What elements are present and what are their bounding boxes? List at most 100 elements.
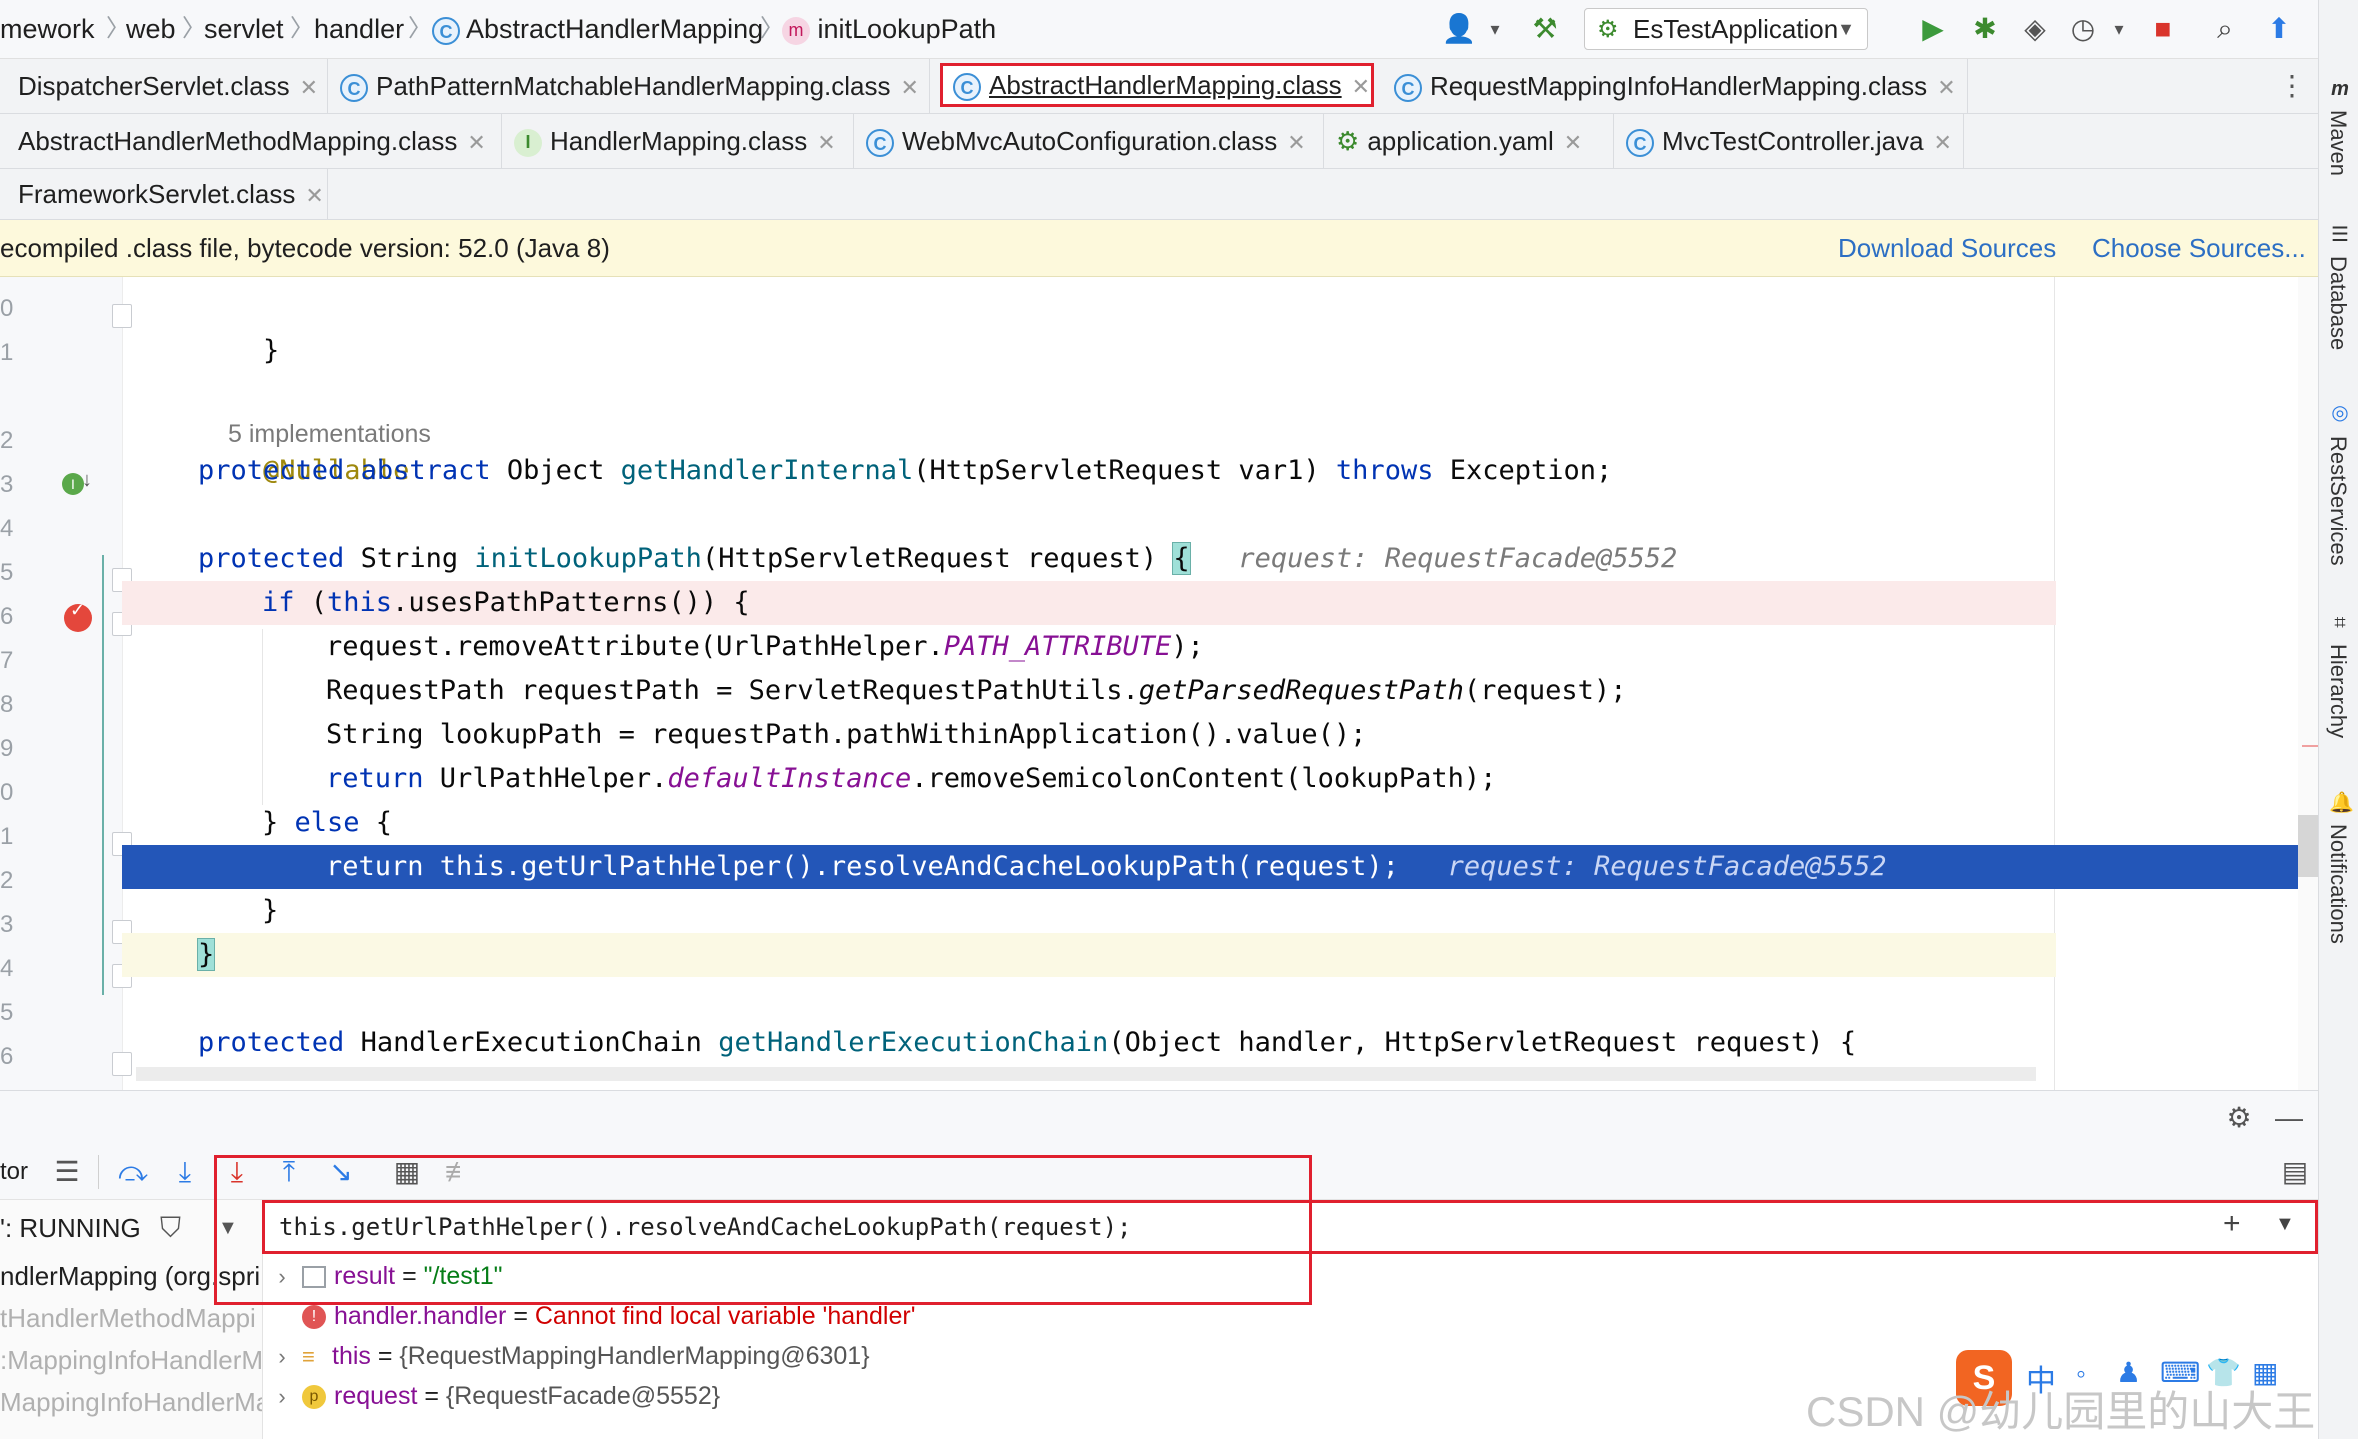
code-token: this: [327, 587, 393, 618]
tab-label: DispatcherServlet.class: [18, 71, 290, 101]
class-icon: C: [340, 74, 368, 103]
close-icon[interactable]: ✕: [305, 183, 323, 208]
tab-handler-mapping[interactable]: I HandlerMapping.class ✕: [504, 114, 854, 168]
chevron-down-icon[interactable]: ▾: [1476, 10, 1514, 48]
show-execution-point-icon[interactable]: ☰: [48, 1153, 86, 1191]
code-token: }: [262, 895, 279, 926]
spring-boot-icon: ⚙: [1597, 16, 1619, 43]
variable-eq: =: [506, 1302, 535, 1330]
search-icon[interactable]: ⌕: [2206, 10, 2244, 48]
close-icon[interactable]: ✕: [300, 75, 318, 100]
close-icon[interactable]: ✕: [1934, 130, 1952, 155]
code-editor[interactable]: 0 1 2 3 4 5 6 7 8 9 0 1 2 3 4 5 6 I ↓ ✓ …: [0, 277, 2318, 1090]
stop-icon[interactable]: ■: [2144, 10, 2182, 48]
settings-gear-icon[interactable]: ⚙: [2220, 1099, 2258, 1137]
tab-label: HandlerMapping.class: [550, 126, 808, 156]
download-sources-link[interactable]: Download Sources: [1838, 220, 2056, 276]
tab-label: AbstractHandlerMapping.class: [989, 70, 1342, 100]
code-token: HandlerExecutionChain: [344, 1027, 719, 1058]
close-icon[interactable]: ✕: [1564, 130, 1582, 155]
expand-arrow-icon[interactable]: ›: [262, 1337, 302, 1377]
matched-brace: {: [1172, 542, 1191, 575]
line-number: 3: [0, 911, 14, 938]
tool-window-notifications[interactable]: Notifications: [2325, 824, 2351, 944]
stack-frame[interactable]: :MappingInfoHandlerM: [0, 1340, 262, 1380]
breakpoint-line: if (this.usesPathPatterns()) {: [122, 581, 2056, 625]
add-watch-icon[interactable]: +: [2223, 1207, 2241, 1241]
code-token: protected: [198, 1027, 345, 1058]
debugger-tab-label[interactable]: tor: [0, 1145, 28, 1199]
tab-webmvc-autoconfiguration[interactable]: C WebMvcAutoConfiguration.class ✕: [856, 114, 1324, 168]
profiler-icon[interactable]: ◷: [2064, 10, 2102, 48]
tool-window-maven[interactable]: Maven: [2325, 110, 2351, 176]
breadcrumb-item-class[interactable]: C AbstractHandlerMapping: [432, 0, 763, 58]
step-into-icon[interactable]: ⤓: [166, 1153, 204, 1191]
error-stripe-mark: [2302, 745, 2318, 747]
tab-mvc-test-controller[interactable]: C MvcTestController.java ✕: [1616, 114, 1964, 168]
coverage-icon[interactable]: ◈: [2016, 10, 2054, 48]
variable-eq: =: [417, 1382, 446, 1410]
step-over-icon[interactable]: ⤼: [114, 1153, 152, 1191]
breadcrumb-item-framework[interactable]: mework: [0, 0, 95, 58]
tab-path-pattern-matchable[interactable]: C PathPatternMatchableHandlerMapping.clas…: [330, 59, 930, 113]
tab-abstract-handler-mapping[interactable]: C AbstractHandlerMapping.class ✕: [940, 63, 1374, 107]
code-token: Exception;: [1433, 455, 1613, 486]
filter-icon[interactable]: ⛉: [160, 1208, 181, 1248]
layout-icon[interactable]: ▤: [2276, 1153, 2314, 1191]
scrollbar-thumb[interactable]: [2298, 815, 2318, 877]
execution-point-line: return this.getUrlPathHelper().resolveAn…: [122, 845, 2298, 889]
close-icon[interactable]: ✕: [817, 130, 835, 155]
tab-abstract-handler-method-mapping[interactable]: AbstractHandlerMethodMapping.class ✕: [0, 114, 502, 168]
interface-icon: I: [514, 129, 542, 158]
minimize-icon[interactable]: —: [2270, 1099, 2308, 1137]
run-configuration-selector[interactable]: ⚙ EsTestApplication ▼: [1584, 8, 1868, 50]
user-icon[interactable]: 👤: [1440, 10, 1478, 48]
chevron-down-icon[interactable]: ▼: [2275, 1213, 2295, 1236]
code-line: }: [122, 889, 2056, 933]
yaml-settings-icon: ⚙: [1336, 126, 1360, 156]
implemented-marker-icon[interactable]: I: [62, 473, 84, 495]
variable-row-this[interactable]: › ≡ this = {RequestMappingHandlerMapping@6…: [262, 1336, 869, 1377]
more-tabs-icon[interactable]: ⋮: [2278, 69, 2306, 102]
close-icon[interactable]: ✕: [467, 130, 485, 155]
class-icon: C: [1626, 129, 1654, 158]
code-token: (HttpServletRequest var1): [913, 455, 1336, 486]
editor-tab-row-3: FrameworkServlet.class ✕: [0, 169, 2318, 220]
line-number: 1: [0, 823, 14, 850]
code-line: protected abstract Object getHandlerInte…: [122, 449, 2056, 493]
breadcrumb-item-method[interactable]: m initLookupPath: [782, 0, 996, 58]
expand-arrow-icon[interactable]: ›: [262, 1377, 302, 1417]
choose-sources-link[interactable]: Choose Sources...: [2092, 220, 2306, 276]
tool-window-rest-services[interactable]: RestServices: [2325, 436, 2351, 566]
code-token: getHandlerInternal: [620, 455, 914, 486]
tool-window-database[interactable]: Database: [2325, 256, 2351, 350]
build-hammer-icon[interactable]: ⚒: [1526, 10, 1564, 48]
tab-dispatcher-servlet[interactable]: DispatcherServlet.class ✕: [0, 59, 328, 113]
editor-tab-row-1: DispatcherServlet.class ✕ C PathPatternMat…: [0, 59, 2318, 114]
code-token: {: [359, 807, 393, 838]
breadcrumb-item-servlet[interactable]: servlet: [204, 0, 284, 58]
update-icon[interactable]: ⬆: [2260, 10, 2298, 48]
chevron-down-icon[interactable]: ▾: [2100, 10, 2138, 48]
toolbar-divider: [98, 1155, 99, 1189]
breadcrumb-item-web[interactable]: web: [126, 0, 176, 58]
close-icon[interactable]: ✕: [1937, 75, 1955, 100]
tab-application-yaml[interactable]: ⚙ application.yaml ✕: [1326, 114, 1614, 168]
tab-framework-servlet[interactable]: FrameworkServlet.class ✕: [0, 169, 328, 219]
code-line: }: [122, 933, 2056, 977]
close-icon[interactable]: ✕: [901, 75, 919, 100]
tab-request-mapping-info[interactable]: C RequestMappingInfoHandlerMapping.class ✕: [1384, 59, 1968, 113]
close-icon[interactable]: ✕: [1352, 74, 1370, 99]
editor-scrollbar[interactable]: [2298, 277, 2318, 1090]
breadcrumb-item-handler[interactable]: handler: [314, 0, 404, 58]
variable-row-request[interactable]: › p request = {RequestFacade@5552}: [262, 1376, 720, 1416]
horizontal-scrollbar[interactable]: [136, 1067, 2036, 1081]
debug-icon[interactable]: ✱: [1966, 10, 2004, 48]
stack-frame[interactable]: MappingInfoHandlerMa: [0, 1382, 262, 1422]
thread-status[interactable]: ': RUNNING: [0, 1208, 141, 1248]
run-icon[interactable]: ▶: [1914, 10, 1952, 48]
close-icon[interactable]: ✕: [1287, 130, 1305, 155]
line-number: 2: [0, 867, 14, 894]
tool-window-hierarchy[interactable]: Hierarchy: [2325, 644, 2351, 738]
code-token: defaultInstance: [667, 763, 912, 794]
